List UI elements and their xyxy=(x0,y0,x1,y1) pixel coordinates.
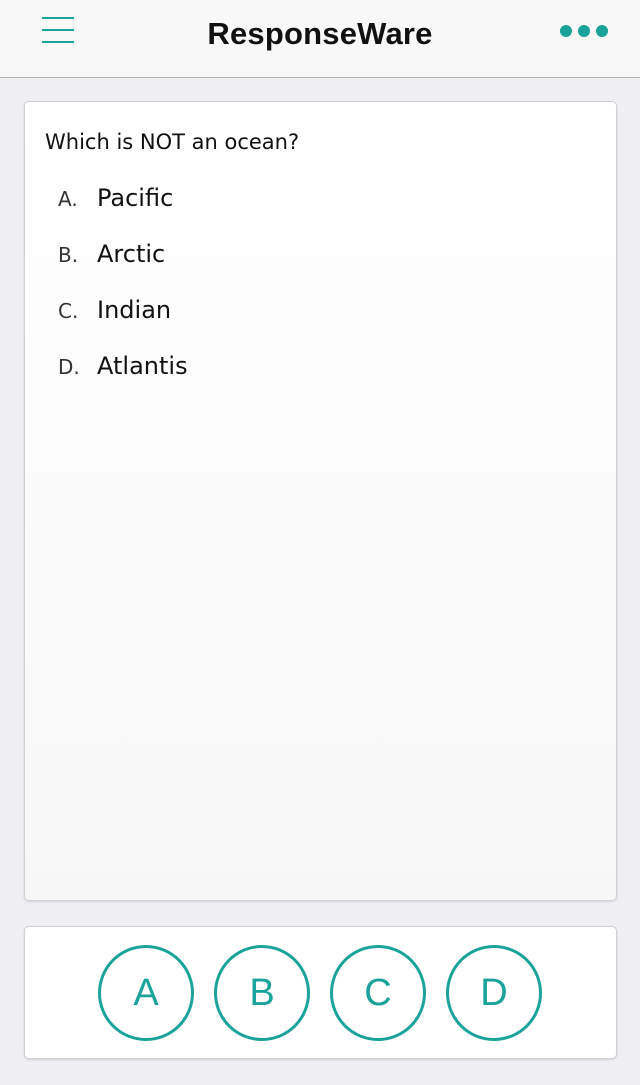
question-card: Which is NOT an ocean? A. Pacific B. Arc… xyxy=(24,101,617,901)
choice-text: Indian xyxy=(97,296,172,324)
choice-list: A. Pacific B. Arctic C. Indian D. Atlant… xyxy=(58,184,188,408)
choice-letter: A. xyxy=(58,187,78,211)
choice-text: Arctic xyxy=(97,240,166,268)
choice-letter: C. xyxy=(58,299,79,323)
app-screen: ResponseWare Which is NOT an ocean? A. P… xyxy=(0,0,640,1085)
answer-button-d[interactable]: D xyxy=(446,945,542,1041)
question-text: Which is NOT an ocean? xyxy=(45,130,300,154)
choice-item-c: C. Indian xyxy=(58,296,188,352)
choice-item-d: D. Atlantis xyxy=(58,352,188,408)
answer-button-a[interactable]: A xyxy=(98,945,194,1041)
choice-text: Atlantis xyxy=(97,352,188,380)
answer-panel: A B C D xyxy=(24,926,617,1059)
answer-button-c[interactable]: C xyxy=(330,945,426,1041)
more-dots-icon[interactable] xyxy=(554,16,614,48)
choice-letter: B. xyxy=(58,243,79,267)
more-dot xyxy=(578,25,590,37)
app-title: ResponseWare xyxy=(207,16,433,51)
answer-button-b[interactable]: B xyxy=(214,945,310,1041)
choice-item-b: B. Arctic xyxy=(58,240,188,296)
choice-text: Pacific xyxy=(97,184,174,212)
choice-letter: D. xyxy=(58,355,80,379)
more-dot xyxy=(596,25,608,37)
more-dot xyxy=(560,25,572,37)
choice-item-a: A. Pacific xyxy=(58,184,188,240)
nav-header: ResponseWare xyxy=(0,0,640,78)
